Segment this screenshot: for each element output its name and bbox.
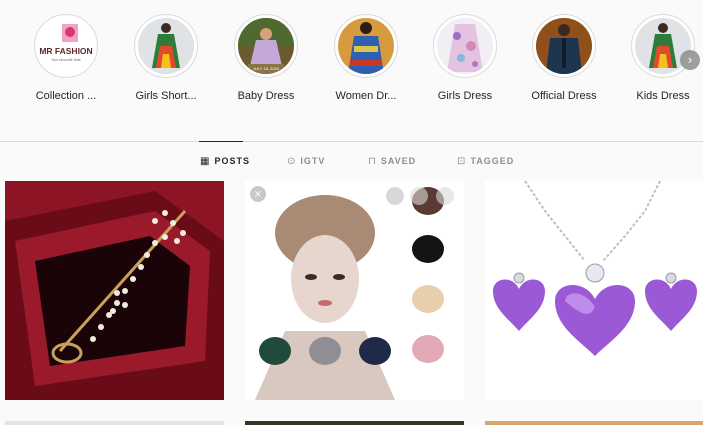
post-brooch[interactable]	[5, 181, 224, 400]
dress-thumbnail	[338, 18, 394, 74]
tab-label: IGTV	[300, 155, 326, 166]
tab-tagged[interactable]: ⊡ TAGGED	[457, 141, 514, 181]
post-row2-item[interactable]	[245, 421, 464, 425]
necklace-image	[485, 181, 703, 400]
post-row2-item[interactable]	[5, 421, 224, 425]
highlight-baby-dress[interactable]: JULY 15, 2020 Baby Dress	[216, 14, 316, 102]
highlight-collection[interactable]: MR FASHION Your favourite Side Collectio…	[16, 14, 116, 102]
tab-label: POSTS	[214, 156, 250, 166]
highlight-cover	[433, 14, 497, 78]
highlight-label: Girls Dress	[437, 90, 493, 102]
highlight-cover	[134, 14, 198, 78]
highlight-cover	[532, 14, 596, 78]
highlight-cover	[334, 14, 398, 78]
dress-thumbnail	[437, 18, 493, 74]
post-turbans[interactable]: ×	[245, 181, 464, 400]
logo-tagline: Your favourite Side	[51, 58, 80, 62]
chevron-right-icon[interactable]: ›	[680, 50, 700, 70]
mr-fashion-logo: MR FASHION Your favourite Side	[38, 18, 94, 74]
highlight-label: Official Dress	[531, 90, 597, 102]
highlight-official-dress[interactable]: Official Dress	[514, 14, 614, 102]
dress-thumbnail	[138, 18, 194, 74]
highlight-girls-short[interactable]: Girls Short...	[116, 14, 216, 102]
tab-posts[interactable]: ▦ POSTS	[199, 141, 249, 181]
thumbnail-caption: JULY 15, 2020	[253, 66, 280, 71]
igtv-icon: ⊙	[287, 155, 297, 167]
highlight-label: Girls Short...	[135, 90, 197, 102]
highlight-label: Baby Dress	[237, 90, 295, 102]
profile-tabs: ▦ POSTS ⊙ IGTV ⊓ SAVED ⊡ TAGGED	[0, 141, 703, 181]
highlight-girls-dress[interactable]: Girls Dress	[415, 14, 515, 102]
tab-igtv[interactable]: ⊙ IGTV	[287, 141, 325, 181]
highlight-women-dress[interactable]: Women Dr...	[316, 14, 416, 102]
post-necklace[interactable]	[485, 181, 703, 400]
tab-label: SAVED	[380, 155, 417, 166]
story-highlights: MR FASHION Your favourite Side Collectio…	[0, 0, 703, 140]
bookmark-icon: ⊓	[368, 155, 377, 167]
highlight-label: Collection ...	[35, 90, 97, 102]
turban-image: ×	[245, 181, 464, 400]
brooch-image	[5, 181, 224, 400]
highlight-cover: MR FASHION Your favourite Side	[34, 14, 98, 78]
highlight-cover: JULY 15, 2020	[234, 14, 298, 78]
logo-text: MR FASHION	[39, 46, 92, 56]
tab-label: TAGGED	[470, 155, 515, 166]
tagged-icon: ⊡	[457, 155, 467, 167]
tab-saved[interactable]: ⊓ SAVED	[368, 141, 416, 181]
close-icon: ×	[254, 189, 262, 200]
dress-thumbnail	[536, 18, 592, 74]
highlight-label: Kids Dress	[636, 90, 690, 102]
grid-icon: ▦	[200, 156, 211, 167]
dress-thumbnail: JULY 15, 2020	[238, 18, 294, 74]
highlight-label: Women Dr...	[335, 90, 397, 102]
post-row2-item[interactable]	[485, 421, 703, 425]
